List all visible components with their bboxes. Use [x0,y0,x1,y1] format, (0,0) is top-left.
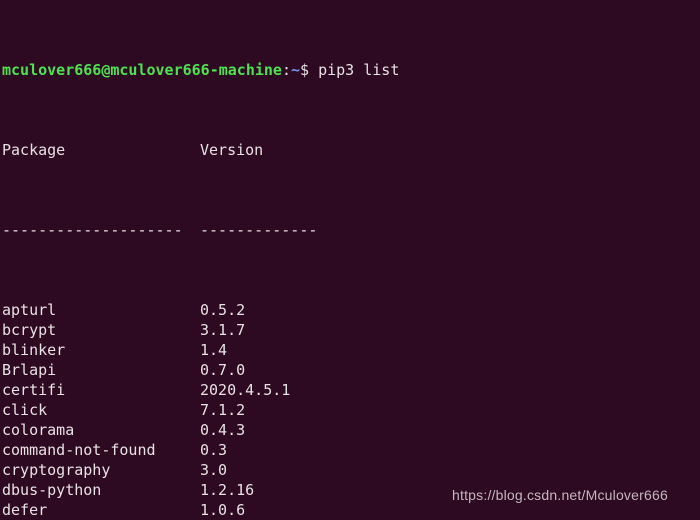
cell-version: 2020.4.5.1 [200,381,291,399]
cell-version: 0.7.0 [200,361,246,379]
cell-version: 1.4 [200,341,228,359]
cell-package: defer [2,501,48,519]
cell-package: blinker [2,341,66,359]
cell-package: click [2,401,48,419]
prompt-command: pip3 list [309,61,400,79]
table-row: certifi 2020.4.5.1 [2,380,700,400]
cell-version: 0.5.2 [200,301,246,319]
watermark: https://blog.csdn.net/Mculover666 [452,487,668,503]
cell-package: bcrypt [2,321,57,339]
prompt-path: ~ [291,61,301,79]
cell-version: 1.0.6 [200,501,246,519]
cell-version: 0.3 [200,441,228,459]
cell-package: apturl [2,301,57,319]
cell-package: Brlapi [2,361,57,379]
cell-package: command-not-found [2,441,156,459]
rule-version: ------------- [200,221,318,239]
cell-package: colorama [2,421,75,439]
prompt-sigil: $ [300,61,310,79]
table-row: apturl 0.5.2 [2,300,700,320]
cell-package: dbus-python [2,481,102,499]
terminal-window[interactable]: mculover666@mculover666-machine:~$ pip3 … [0,0,700,520]
column-header-version: Version [200,141,264,159]
cell-version: 7.1.2 [200,401,246,419]
cell-version: 0.4.3 [200,421,246,439]
prompt-line: mculover666@mculover666-machine:~$ pip3 … [2,60,700,80]
table-rule-row: -------------------- ------------- [2,220,700,240]
prompt-separator: : [281,61,291,79]
cell-version: 1.2.16 [200,481,255,499]
table-row: Brlapi 0.7.0 [2,360,700,380]
table-header-row: Package Version [2,140,700,160]
table-row: colorama 0.4.3 [2,420,700,440]
terminal-screen[interactable]: mculover666@mculover666-machine:~$ pip3 … [2,0,700,520]
table-row: click 7.1.2 [2,400,700,420]
table-row: cryptography 3.0 [2,460,700,480]
cell-version: 3.1.7 [200,321,246,339]
column-header-package: Package [2,141,66,159]
rule-package: -------------------- [2,221,183,239]
cell-package: certifi [2,381,66,399]
table-row: defer 1.0.6 [2,500,700,520]
table-row: bcrypt 3.1.7 [2,320,700,340]
table-row: command-not-found 0.3 [2,440,700,460]
cell-version: 3.0 [200,461,228,479]
cell-package: cryptography [2,461,111,479]
prompt-user-host: mculover666@mculover666-machine [2,61,282,79]
table-row: blinker 1.4 [2,340,700,360]
